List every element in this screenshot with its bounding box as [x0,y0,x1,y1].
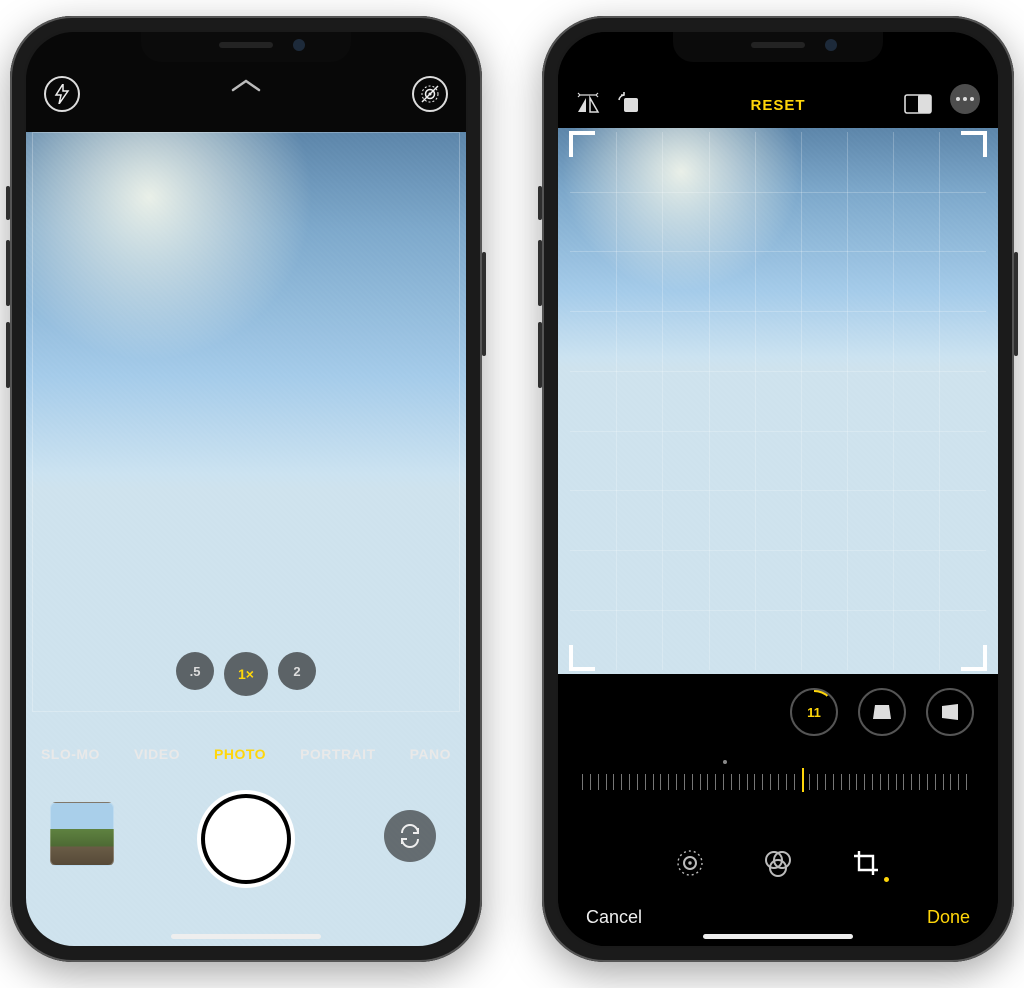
side-button [538,240,542,306]
chevron-up-icon[interactable] [231,78,261,92]
side-button [6,322,10,388]
done-button[interactable]: Done [927,907,970,928]
side-button [6,240,10,306]
notch [673,32,883,62]
side-button [538,186,542,220]
phone-camera: .5 1× 2 SLO-MO VIDEO PHOTO PORTRAIT PANO [10,16,482,962]
side-button [538,322,542,388]
action-row: Cancel Done [558,907,998,928]
side-button [6,186,10,220]
last-photo-thumbnail[interactable] [50,802,114,866]
home-indicator[interactable] [703,934,853,939]
notch [141,32,351,62]
vertical-perspective-button[interactable] [858,688,906,736]
straighten-value: 11 [807,705,821,720]
side-button [1014,252,1018,356]
tab-filters-icon[interactable] [763,848,793,878]
zoom-option-0[interactable]: .5 [176,652,214,690]
flip-camera-button[interactable] [384,810,436,862]
zoom-option-1[interactable]: 1× [224,652,268,696]
mode-slomo[interactable]: SLO-MO [41,746,100,762]
zoom-selector: .5 1× 2 [176,652,316,696]
horizontal-perspective-button[interactable] [926,688,974,736]
phone-edit: RESET [542,16,1014,962]
straighten-button[interactable]: 11 [790,688,838,736]
rotate-icon[interactable] [618,92,642,114]
live-photo-off-icon[interactable] [412,76,448,112]
tab-crop-icon[interactable] [851,848,881,878]
edit-bottom-bar: 11 [558,674,998,946]
more-button[interactable] [950,84,980,114]
camera-bottom-bar [26,756,466,946]
reset-button[interactable]: RESET [750,97,805,114]
flash-icon[interactable] [44,76,80,112]
mode-selector[interactable]: SLO-MO VIDEO PHOTO PORTRAIT PANO [26,746,466,762]
rotation-tools: 11 [790,688,974,736]
degree-scale[interactable] [582,760,974,800]
shutter-button[interactable] [205,798,287,880]
edit-canvas[interactable] [558,128,998,674]
cancel-button[interactable]: Cancel [586,907,642,928]
tab-adjust-icon[interactable] [675,848,705,878]
edit-tabs [558,848,998,878]
home-indicator[interactable] [171,934,321,939]
mode-portrait[interactable]: PORTRAIT [300,746,376,762]
mode-pano[interactable]: PANO [410,746,451,762]
side-button [482,252,486,356]
aspect-ratio-icon[interactable] [904,94,932,114]
mode-video[interactable]: VIDEO [134,746,180,762]
zoom-option-2[interactable]: 2 [278,652,316,690]
mode-photo[interactable]: PHOTO [214,746,266,762]
photo [558,128,998,674]
flip-horizontal-icon[interactable] [576,92,600,114]
